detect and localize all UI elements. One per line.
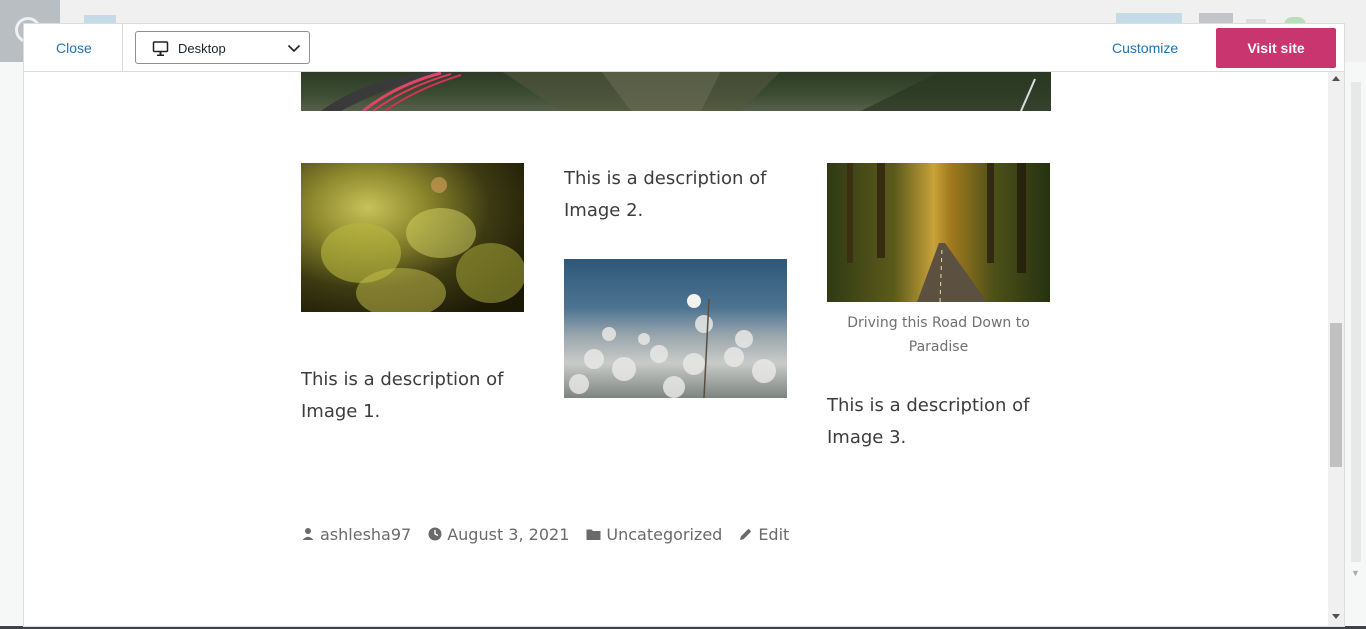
site-preview-frame: This is a description of Image 2. Drivin… — [24, 71, 1328, 626]
pencil-icon — [740, 528, 752, 540]
gallery-image-plants[interactable] — [301, 163, 524, 312]
author-link[interactable]: ashlesha97 — [320, 525, 411, 544]
admin-sidebar-background — [0, 62, 24, 629]
image-1-description: This is a description of Image 1. — [301, 369, 504, 422]
scrollbar-thumb[interactable] — [1330, 323, 1342, 467]
category-link[interactable]: Uncategorized — [606, 525, 722, 544]
header-hero-image — [301, 71, 1051, 111]
chevron-down-icon — [287, 44, 301, 53]
post-author: ashlesha97 — [301, 525, 411, 544]
post-meta: ashlesha97 August 3, 2021 Uncategorized … — [301, 522, 806, 546]
edit-link[interactable]: Edit — [758, 525, 789, 544]
desktop-monitor-icon — [152, 41, 169, 56]
page-scroll-down-icon[interactable]: ▼ — [1351, 568, 1360, 578]
gallery-image-forest-road[interactable] — [827, 163, 1050, 302]
date-link[interactable]: August 3, 2021 — [447, 525, 569, 544]
person-icon — [302, 528, 314, 540]
customize-link[interactable]: Customize — [1112, 40, 1178, 56]
visit-site-button[interactable]: Visit site — [1216, 28, 1336, 68]
image-3-description: This is a description of Image 3. — [827, 395, 1030, 448]
scroll-up-icon[interactable] — [1332, 76, 1340, 81]
theme-preview-modal: Close Desktop Customize Visit site This … — [24, 24, 1344, 626]
clock-icon — [428, 527, 442, 541]
preview-scrollbar[interactable] — [1328, 71, 1344, 626]
gallery-image-cotton-field[interactable] — [564, 259, 787, 398]
header-divider — [122, 24, 123, 71]
post-date: August 3, 2021 — [428, 525, 569, 544]
post-category: Uncategorized — [586, 525, 722, 544]
close-button[interactable]: Close — [56, 40, 92, 56]
scroll-down-icon[interactable] — [1332, 614, 1340, 619]
folder-icon — [586, 529, 601, 540]
device-select-value: Desktop — [178, 41, 226, 56]
image-3-caption: Driving this Road Down to Paradise — [847, 315, 1030, 355]
page-scrollbar[interactable] — [1344, 62, 1366, 626]
post-edit: Edit — [739, 525, 789, 544]
preview-header: Close Desktop Customize Visit site — [24, 24, 1344, 72]
image-2-description: This is a description of Image 2. — [564, 168, 767, 221]
device-preview-select[interactable]: Desktop — [135, 31, 310, 64]
